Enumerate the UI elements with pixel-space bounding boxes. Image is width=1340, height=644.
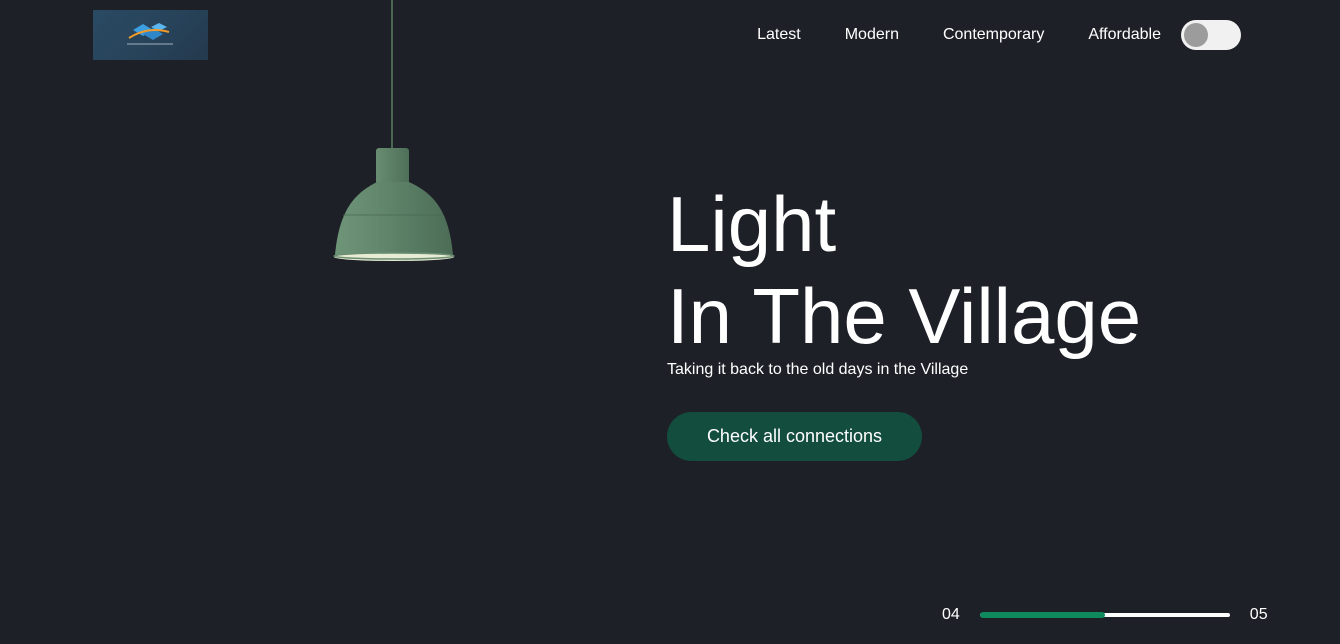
- nav-link-latest[interactable]: Latest: [757, 20, 801, 50]
- total-slide-number: 05: [1249, 606, 1268, 623]
- toggle-knob: [1184, 23, 1208, 47]
- main-nav: Latest Modern Contemporary Affordable: [757, 20, 1241, 50]
- hero-title: Light In The Village: [667, 178, 1141, 362]
- progress-track[interactable]: [979, 612, 1230, 618]
- lamp-icon: [333, 0, 455, 261]
- brand-logo[interactable]: [93, 10, 208, 60]
- check-connections-button[interactable]: Check all connections: [667, 412, 922, 461]
- theme-toggle[interactable]: [1181, 20, 1241, 50]
- hero-section: Light In The Village Taking it back to t…: [667, 178, 1141, 461]
- hero-subtitle: Taking it back to the old days in the Vi…: [667, 361, 969, 378]
- nav-link-modern[interactable]: Modern: [845, 20, 899, 50]
- hero-title-line-2: In The Village: [667, 272, 1142, 360]
- slide-progress: 04 05: [942, 604, 1268, 626]
- progress-fill: [979, 612, 1105, 618]
- hero-title-line-1: Light: [667, 180, 837, 268]
- nav-link-affordable[interactable]: Affordable: [1088, 20, 1161, 50]
- logo-icon: [127, 23, 173, 45]
- pendant-lamp-image: [325, 0, 465, 270]
- current-slide-number: 04: [942, 606, 960, 623]
- page: Latest Modern Contemporary Affordable Li…: [0, 0, 1340, 644]
- nav-link-contemporary[interactable]: Contemporary: [943, 20, 1044, 50]
